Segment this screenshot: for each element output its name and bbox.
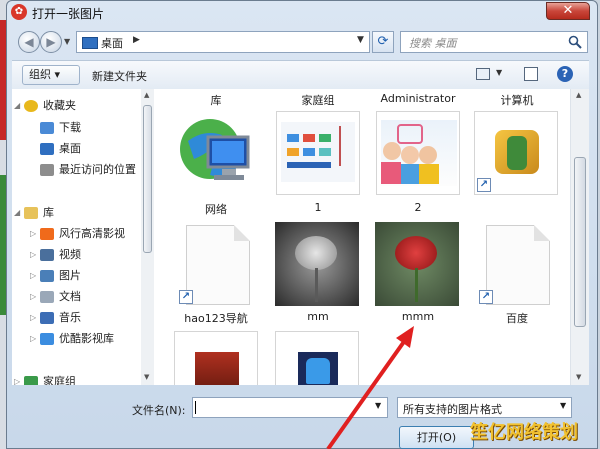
watermark-logo: 笙亿网络策划 xyxy=(470,418,578,444)
watermark-text: 笙亿网络策划 xyxy=(470,422,578,443)
red-arrow-icon xyxy=(326,326,414,449)
